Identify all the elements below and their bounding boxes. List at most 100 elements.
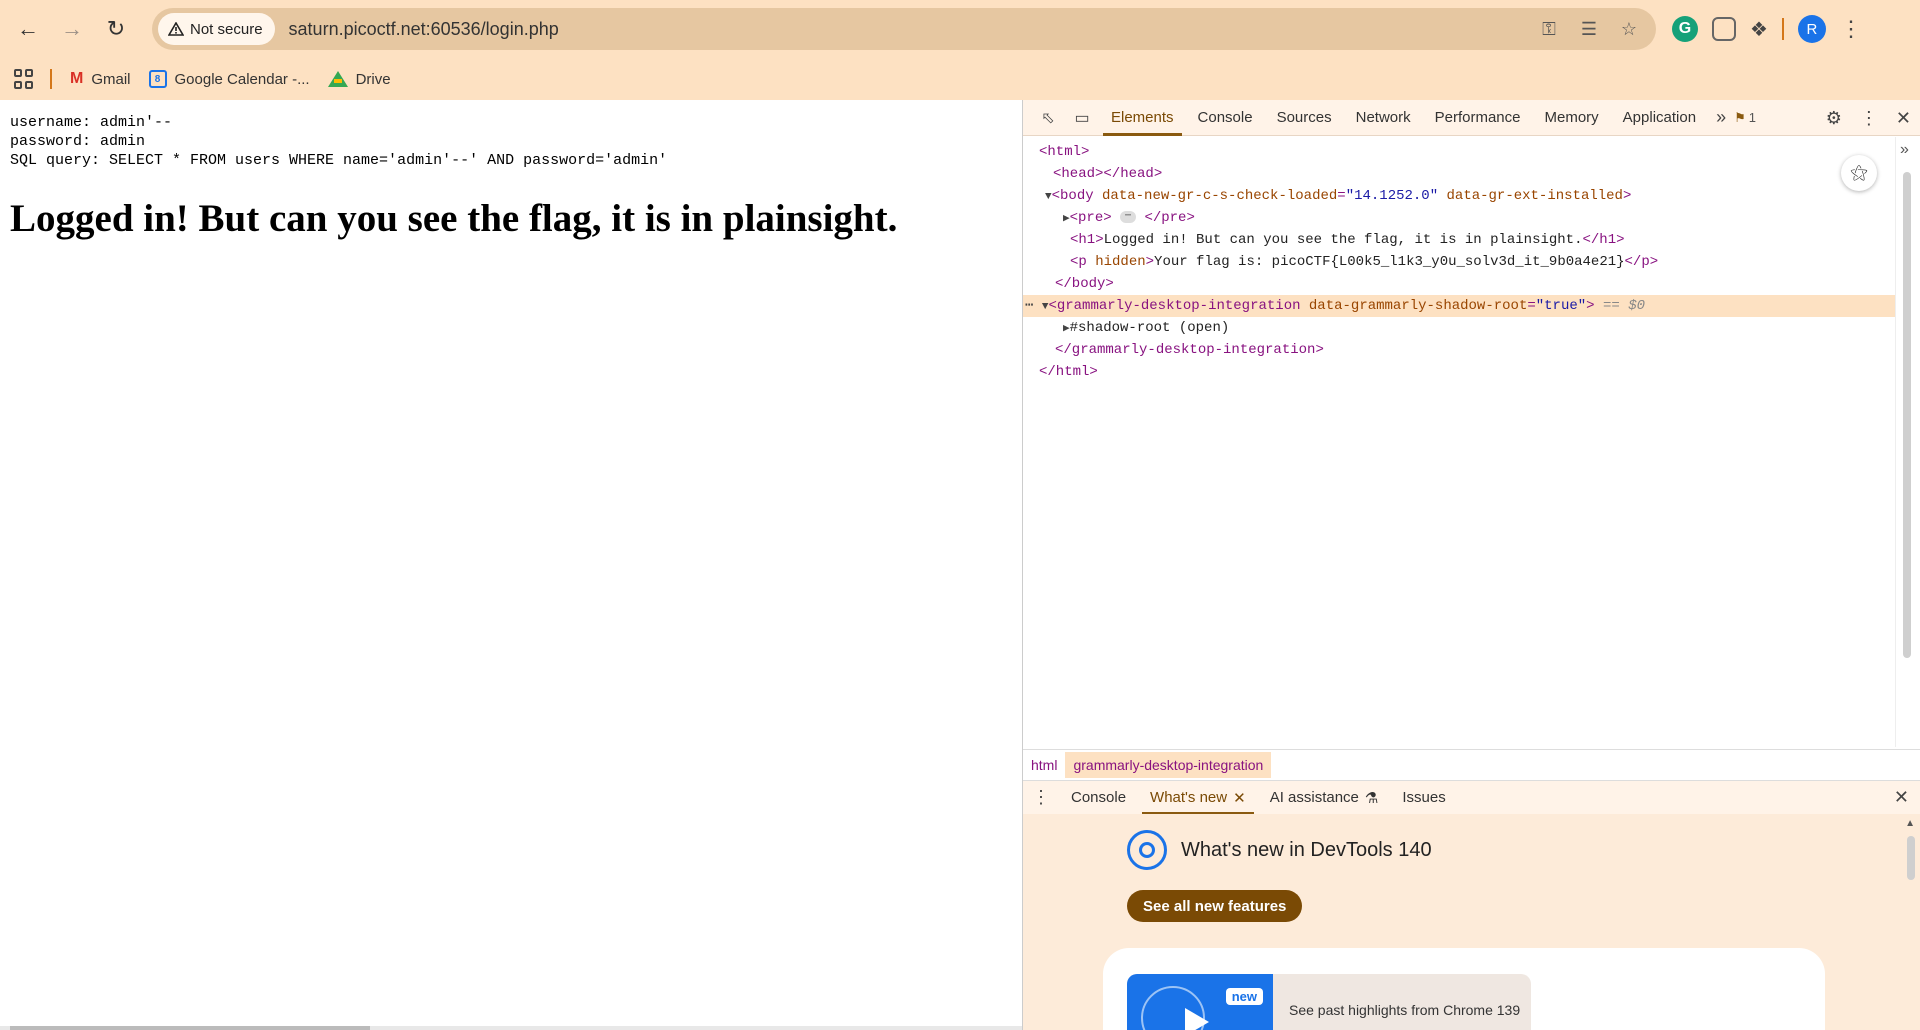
drawer-tab-whats-new[interactable]: What's new ✕ [1138, 781, 1258, 815]
forward-button[interactable]: → [50, 7, 94, 51]
security-label: Not secure [190, 20, 263, 38]
dom-node-grammarly[interactable]: ⋯ ▼<grammarly-desktop-integration data-g… [1023, 295, 1895, 317]
dom-tag: <h1> [1070, 232, 1104, 248]
tab-sources[interactable]: Sources [1265, 100, 1344, 136]
query-output: username: admin'-- password: admin SQL que… [10, 113, 667, 170]
apps-grid-icon[interactable] [14, 69, 34, 89]
dom-attr: hidden [1095, 254, 1146, 270]
browser-menu-icon[interactable]: ⋮ [1840, 16, 1862, 42]
extensions-puzzle-icon[interactable]: ❖ [1750, 17, 1768, 42]
tab-memory[interactable]: Memory [1533, 100, 1611, 136]
dom-attr: data-grammarly-shadow-root [1308, 298, 1528, 314]
node-actions-icon[interactable]: ⋯ [1023, 298, 1033, 314]
gmail-icon: M [70, 70, 84, 87]
new-badge: new [1225, 988, 1263, 1005]
warning-icon [168, 22, 184, 36]
dom-node-pre[interactable]: ▶<pre> ⋯ </pre> [1023, 207, 1895, 229]
chat-extension-icon[interactable] [1712, 17, 1736, 41]
bookmark-drive[interactable]: Drive [327, 71, 391, 88]
calendar-icon: 8 [148, 70, 167, 88]
address-bar[interactable]: Not secure saturn.picoctf.net:60536/logi… [152, 8, 1656, 50]
dom-node-body-close[interactable]: </body> [1023, 273, 1895, 295]
tab-performance[interactable]: Performance [1423, 100, 1533, 136]
flag-text: Your flag is: picoCTF{L00k5_l1k3_y0u_sol… [1154, 254, 1625, 270]
drawer-scrollbar[interactable] [1907, 836, 1915, 880]
dom-node-h1[interactable]: <h1>Logged in! But can you see the flag,… [1023, 229, 1895, 251]
dom-node-html[interactable]: <html> [1023, 141, 1895, 163]
close-devtools-icon[interactable]: ✕ [1896, 108, 1911, 129]
see-all-features-button[interactable]: See all new features [1127, 890, 1303, 922]
drawer-menu-icon[interactable]: ⋮ [1023, 787, 1059, 808]
dom-node-p-flag[interactable]: <p hidden>Your flag is: picoCTF{L00k5_l1… [1023, 251, 1895, 273]
dom-tag: </body> [1055, 276, 1114, 292]
settings-gear-icon[interactable]: ⚙ [1826, 108, 1842, 129]
scroll-up-icon[interactable]: ▲ [1905, 818, 1915, 829]
tab-console[interactable]: Console [1186, 100, 1265, 136]
past-highlights-link[interactable]: new See past highlights from Chrome 139 [1127, 974, 1531, 1030]
dom-node-body[interactable]: ▼<body data-new-gr-c-s-check-loaded="14.… [1023, 185, 1895, 207]
flask-icon: ⚗ [1364, 789, 1379, 807]
whats-new-header: What's new in DevTools 140 [1127, 830, 1432, 870]
drawer-tab-label: What's new [1150, 789, 1228, 806]
dom-node-shadow-root[interactable]: ▶#shadow-root (open) [1023, 317, 1895, 339]
dom-attr: data-gr-ext-installed [1446, 188, 1623, 204]
close-tab-icon[interactable]: ✕ [1233, 789, 1246, 807]
star-icon[interactable]: ☆ [1616, 19, 1642, 40]
video-thumbnail: new [1127, 974, 1273, 1030]
close-drawer-icon[interactable]: ✕ [1894, 787, 1909, 808]
whats-new-panel: What's new in DevTools 140 See all new f… [1023, 814, 1920, 1030]
tab-elements[interactable]: Elements [1099, 100, 1186, 136]
url-text[interactable]: saturn.picoctf.net:60536/login.php [289, 19, 559, 40]
dom-tag: </grammarly-desktop-integration> [1055, 342, 1324, 358]
expand-triangle-icon[interactable]: ▼ [1023, 191, 1052, 203]
dom-tag: <head></head> [1053, 166, 1163, 182]
breadcrumb-grammarly[interactable]: grammarly-desktop-integration [1065, 751, 1272, 778]
drawer-tab-label: Issues [1402, 789, 1446, 806]
devtools-tab-bar: ⬁ ▭ Elements Console Sources Network Per… [1023, 100, 1920, 136]
dom-tag: </h1> [1582, 232, 1625, 248]
devtools-panel: ⬁ ▭ Elements Console Sources Network Per… [1022, 100, 1920, 1030]
bookmark-gmail[interactable]: M Gmail [70, 70, 131, 88]
drawer-tab-label: Console [1071, 789, 1127, 806]
drawer-tab-console[interactable]: Console [1059, 781, 1138, 815]
grammarly-extension-icon[interactable]: G [1672, 16, 1698, 42]
dom-text: Logged in! But can you see the flag, it … [1103, 232, 1583, 248]
reload-button[interactable]: ↻ [94, 7, 138, 51]
accessibility-tree-button[interactable]: ⚝ [1841, 155, 1877, 191]
tab-application[interactable]: Application [1611, 100, 1708, 136]
breadcrumb-html[interactable]: html [1023, 752, 1065, 778]
drawer-tab-issues[interactable]: Issues [1390, 781, 1457, 815]
page-heading: Logged in! But can you see the flag, it … [10, 197, 898, 240]
key-icon[interactable]: ⚿ [1536, 19, 1562, 40]
more-tabs-icon[interactable]: » [1708, 107, 1734, 128]
translate-icon[interactable]: ☰ [1576, 19, 1602, 40]
collapse-triangle-icon[interactable]: ▶ [1023, 213, 1070, 225]
bookmark-label: Gmail [91, 70, 131, 88]
tab-network[interactable]: Network [1344, 100, 1423, 136]
dom-tag: <p [1070, 254, 1087, 270]
drawer-tab-ai-assistance[interactable]: AI assistance ⚗ [1258, 781, 1391, 815]
profile-avatar[interactable]: R [1797, 15, 1826, 43]
elements-dom-tree: <html> <head></head> ▼<body data-new-gr-… [1023, 137, 1895, 747]
dom-tag: </html> [1039, 364, 1098, 380]
security-chip[interactable]: Not secure [158, 13, 275, 45]
toolbar-divider [1781, 18, 1784, 40]
back-button[interactable]: ← [6, 7, 50, 51]
dom-node-head[interactable]: <head></head> [1023, 163, 1895, 185]
bookmark-google-calendar[interactable]: 8 Google Calendar -... [148, 70, 310, 88]
expand-sidebar-icon: » [1900, 141, 1909, 158]
chrome-logo-icon [1127, 830, 1167, 870]
page-horizontal-scrollbar[interactable] [0, 1026, 1022, 1030]
device-toolbar-icon[interactable]: ▭ [1065, 100, 1099, 136]
elements-scrollbar[interactable] [1903, 172, 1911, 658]
dom-text: #shadow-root (open) [1069, 320, 1230, 336]
issues-counter[interactable]: ⚑ 1 [1734, 110, 1756, 126]
collapse-triangle-icon[interactable]: ▶ [1023, 323, 1070, 335]
ellipsis-icon[interactable]: ⋯ [1120, 211, 1137, 224]
selected-node-marker: == $0 [1602, 298, 1645, 314]
devtools-menu-icon[interactable]: ⋮ [1860, 108, 1878, 129]
dom-node-html-close[interactable]: </html> [1023, 361, 1895, 383]
accessibility-icon: ⚝ [1850, 163, 1868, 184]
inspect-element-icon[interactable]: ⬁ [1031, 100, 1065, 136]
dom-node-grammarly-close[interactable]: </grammarly-desktop-integration> [1023, 339, 1895, 361]
